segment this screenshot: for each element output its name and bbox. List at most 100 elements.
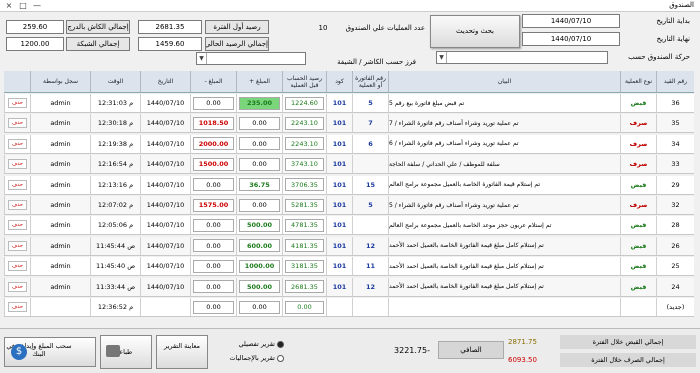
cell-balance: 2681.35 [282, 277, 326, 296]
cell-invoice [352, 155, 388, 174]
cell-time: 11:45:44 ص [90, 236, 140, 255]
sort-select[interactable]: ▼ [196, 52, 306, 65]
table-row[interactable]: (جديد) 0.00 0.00 0.00 12:36:52 م حذف [4, 298, 694, 317]
cell-del[interactable]: حذف [4, 175, 30, 194]
cell-text: صرف [629, 160, 648, 169]
start-date-field[interactable]: 1440/07/10 [522, 14, 620, 28]
col-user[interactable]: سجل بواسطة [30, 71, 90, 92]
cash-drawer-label: إجمالي الكاش بالدرج [66, 20, 130, 34]
cell-text: 11:45:44 ص [95, 241, 136, 250]
cell-text: 6 [368, 139, 373, 148]
cell-del[interactable]: حذف [4, 94, 30, 112]
col-plus[interactable]: المبلغ + [236, 71, 282, 92]
dollar-icon: $ [11, 344, 27, 360]
cell-invoice: 5 [352, 94, 388, 112]
cell-balance: 2243.10 [282, 114, 326, 133]
maximize-icon[interactable]: □ [16, 0, 30, 12]
cell-text: 4181.35 [291, 241, 318, 250]
cash-drawer-value: 259.60 [6, 20, 64, 34]
table-row[interactable]: 29 قبض تم إستلام قيمة الفاتورة الخاصة بالع… [4, 175, 694, 195]
delete-button[interactable]: حذف [8, 281, 27, 292]
col-id[interactable]: رقم القيد [656, 71, 694, 92]
cell-user: admin [30, 175, 90, 194]
table-row[interactable]: 25 قبض تم إستلام كامل مبلغ قيمة الفاتورة ا… [4, 257, 694, 277]
col-balance[interactable]: رصيد الحساب قبل العملية [282, 71, 326, 92]
col-minus[interactable]: المبلغ - [190, 71, 236, 92]
end-date-field[interactable]: 1440/07/10 [522, 32, 620, 46]
amount-box: 3706.35 [284, 178, 325, 192]
close-icon[interactable]: × [2, 0, 16, 12]
cell-text: admin [50, 282, 71, 291]
cell-date: 1440/07/10 [140, 277, 190, 296]
col-time[interactable]: الوقت [90, 71, 140, 92]
search-refresh-button[interactable]: بحث وتحديث [430, 15, 520, 48]
footer: سحب المبلغ وإيداعه في البنك $ طباعة معاي… [0, 328, 700, 373]
cell-time: 12:16:54 م [90, 155, 140, 174]
table-row[interactable]: 33 صرف سلفة للموظف / علي الحداني / سلفة ال… [4, 155, 694, 175]
radio-totals[interactable]: تقرير بالإجماليات [214, 352, 284, 364]
cell-text: تم إستلام عربون حجز موعد الخاصة بالعميل … [389, 221, 552, 229]
delete-button[interactable]: حذف [8, 302, 27, 312]
table-row[interactable]: 28 قبض تم إستلام عربون حجز موعد الخاصة بال… [4, 216, 694, 236]
cell-text: تم إستلام قيمة الفاتورة الخاصة بالعميل م… [389, 181, 541, 189]
cell-plus: 500.00 [236, 277, 282, 296]
table-row[interactable]: 36 قبض تم قبض مبلغ فاتورة بيع رقم 5 5 101 122… [4, 94, 694, 113]
cell-text: 24 [671, 282, 680, 291]
cell-text: 500.00 [246, 221, 273, 230]
report-preview-button[interactable]: معاينة التقرير [156, 335, 208, 369]
delete-button[interactable]: حذف [8, 261, 27, 272]
cell-text: 7 [368, 119, 373, 128]
col-type[interactable]: نوع العملية [620, 71, 656, 92]
cell-del[interactable]: حذف [4, 277, 30, 296]
col-code[interactable]: كود [326, 71, 352, 92]
amount-box: 0.00 [238, 198, 281, 212]
cell-text: 0.00 [252, 119, 267, 128]
cell-balance: 2243.10 [282, 134, 326, 153]
delete-button[interactable]: حذف [8, 240, 27, 251]
radio-detailed[interactable]: تقرير تفصيلي [214, 338, 284, 350]
print-button[interactable]: طباعة [100, 335, 152, 369]
col-desc[interactable]: البيان [388, 71, 620, 92]
delete-button[interactable]: حذف [8, 118, 27, 129]
cell-text: 1440/07/10 [146, 119, 185, 128]
cell-del[interactable]: حذف [4, 236, 30, 255]
move-by-select[interactable]: ▼ [436, 51, 608, 64]
cell-text: 101 [332, 201, 347, 209]
cell-desc: تم إستلام قيمة الفاتورة الخاصة بالعميل م… [388, 175, 620, 194]
cell-text: 4781.35 [291, 221, 318, 230]
delete-button[interactable]: حذف [8, 200, 27, 210]
col-date[interactable]: التاريخ [140, 71, 190, 92]
cell-del[interactable]: حذف [4, 114, 30, 133]
cell-del[interactable]: حذف [4, 298, 30, 316]
table-row[interactable]: 32 صرف تم عملية توريد وشراء أصناف رقم فاتو… [4, 196, 694, 215]
delete-button[interactable]: حذف [8, 159, 27, 170]
cell-text: 101 [332, 262, 347, 271]
cell-del[interactable]: حذف [4, 155, 30, 174]
table-row[interactable]: 34 صرف تم عملية توريد وشراء أصناف رقم فاتو… [4, 134, 694, 154]
cell-text: 35 [671, 119, 680, 128]
cell-del[interactable]: حذف [4, 257, 30, 276]
cell-del[interactable]: حذف [4, 216, 30, 235]
withdraw-deposit-button[interactable]: سحب المبلغ وإيداعه في البنك $ [4, 337, 96, 367]
cell-del[interactable]: حذف [4, 196, 30, 214]
cell-date: 1440/07/10 [140, 236, 190, 255]
table-row[interactable]: 35 صرف تم عملية توريد وشراء أصناف رقم فاتو… [4, 114, 694, 134]
delete-button[interactable]: حذف [8, 138, 27, 149]
delete-button[interactable]: حذف [8, 220, 27, 231]
cell-minus: 1575.00 [190, 196, 236, 214]
cell-del[interactable]: حذف [4, 134, 30, 153]
table-row[interactable]: 24 قبض تم إستلام كامل مبلغ قيمة الفاتورة ا… [4, 277, 694, 297]
col-invoice[interactable]: رقم الفاتورة أو العملية [352, 71, 388, 92]
table-row[interactable]: 26 قبض تم إستلام كامل مبلغ قيمة الفاتورة ا… [4, 236, 694, 256]
cell-text: 1018.50 [198, 119, 229, 128]
minimize-icon[interactable]: — [30, 0, 44, 12]
cell-time: 11:45:40 ص [90, 257, 140, 276]
cell-text: 11 [365, 262, 376, 271]
cell-user: admin [30, 236, 90, 255]
cell-text: 101 [332, 119, 347, 128]
cell-id: 35 [656, 114, 694, 133]
delete-button[interactable]: حذف [8, 98, 27, 108]
cell-date: 1440/07/10 [140, 216, 190, 235]
radio-detailed-label: تقرير تفصيلي [238, 340, 275, 348]
delete-button[interactable]: حذف [8, 179, 27, 190]
